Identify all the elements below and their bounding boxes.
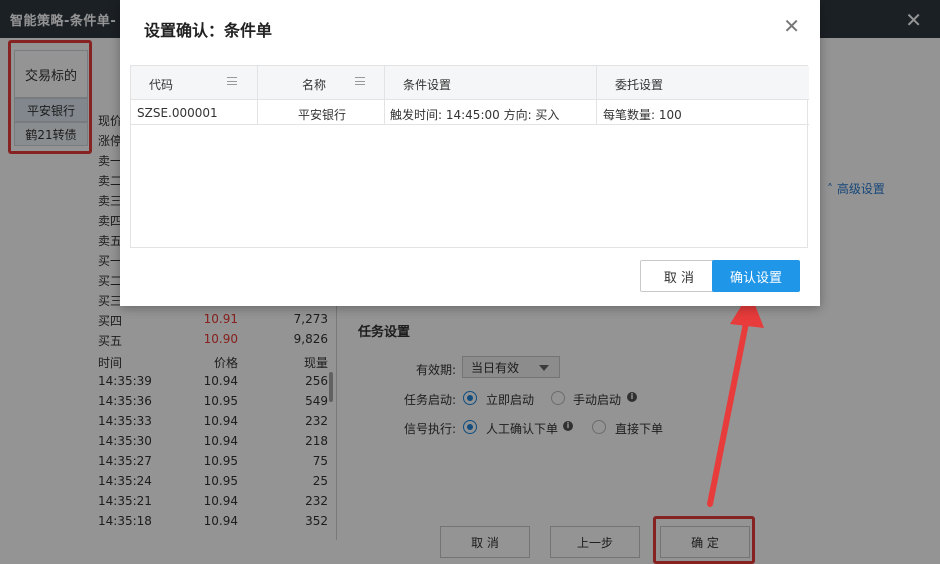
- cell-order-text: 每笔数量: 100: [603, 108, 682, 122]
- cell-code-text: SZSE.000001: [137, 106, 218, 120]
- confirm-dialog: 设置确认：条件单 ✕ 代码 名称 条件设置 委托设置 SZSE.000001 平…: [120, 0, 820, 306]
- cell-condition: 触发时间: 14:45:00 方向: 买入: [385, 100, 597, 125]
- cell-name-text: 平安银行: [298, 108, 347, 122]
- column-menu-icon[interactable]: [355, 77, 365, 85]
- column-header-code[interactable]: 代码: [131, 66, 258, 100]
- column-header-label: 条件设置: [403, 78, 452, 92]
- dialog-title: 设置确认：条件单: [144, 21, 273, 40]
- cell-code: SZSE.000001: [131, 100, 258, 125]
- close-icon[interactable]: ✕: [783, 16, 800, 36]
- cell-condition-text: 触发时间: 14:45:00 方向: 买入: [390, 108, 560, 122]
- dialog-cancel-button[interactable]: 取 消: [640, 260, 718, 292]
- column-header-label: 代码: [149, 78, 174, 92]
- confirm-table: 代码 名称 条件设置 委托设置 SZSE.000001 平安银行 触发时间: 1…: [130, 65, 809, 248]
- cell-name: 平安银行: [258, 100, 385, 125]
- column-header-name[interactable]: 名称: [258, 66, 385, 100]
- cell-order: 每笔数量: 100: [597, 100, 809, 125]
- dialog-confirm-button[interactable]: 确认设置: [712, 260, 800, 292]
- column-header-condition[interactable]: 条件设置: [385, 66, 597, 100]
- column-header-label: 委托设置: [615, 78, 664, 92]
- column-header-order[interactable]: 委托设置: [597, 66, 809, 100]
- column-header-label: 名称: [302, 78, 327, 92]
- column-menu-icon[interactable]: [227, 77, 237, 85]
